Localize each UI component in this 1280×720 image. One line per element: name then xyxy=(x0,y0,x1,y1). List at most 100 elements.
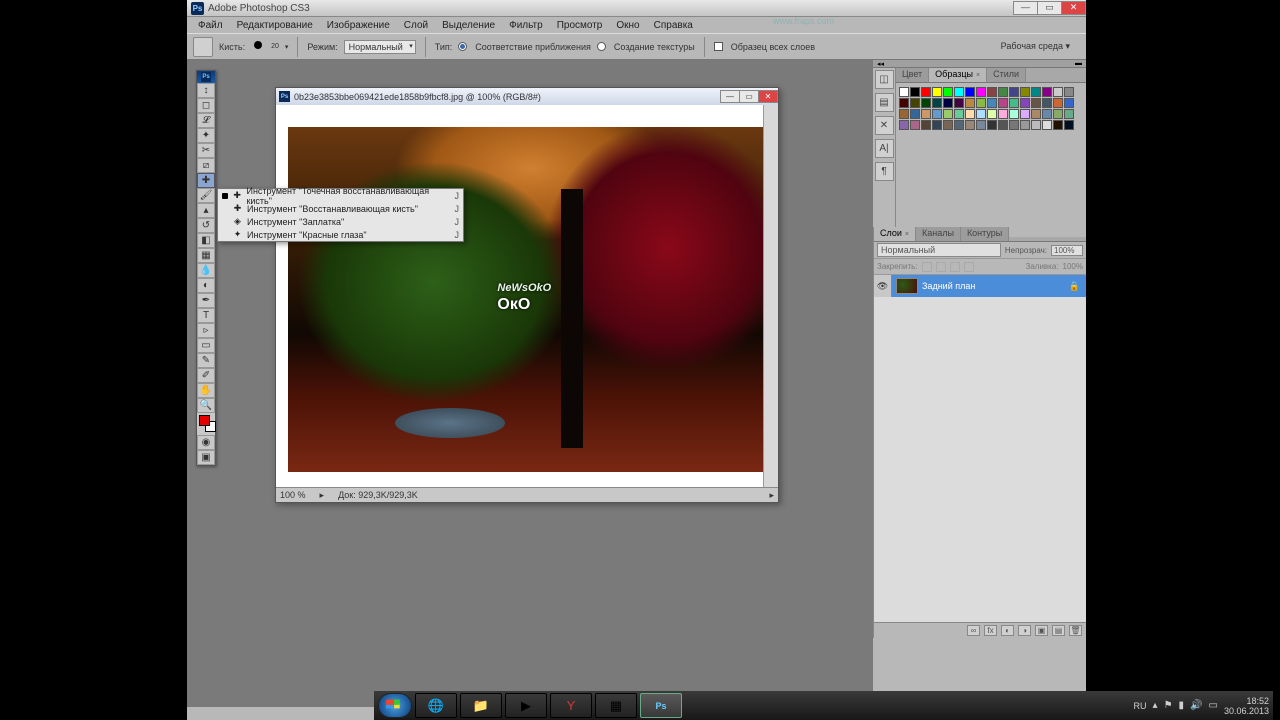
swatches-grid[interactable] xyxy=(896,83,1086,134)
blur-tool[interactable]: 💧 xyxy=(197,263,215,278)
link-layers-icon[interactable]: ∞ xyxy=(967,625,980,636)
swatch[interactable] xyxy=(954,98,964,108)
swatch[interactable] xyxy=(1020,120,1030,130)
layer-thumbnail[interactable] xyxy=(896,278,918,294)
dock-paragraph-icon[interactable]: ¶ xyxy=(875,162,894,181)
collapse-icon[interactable]: ◂◂ xyxy=(877,60,884,67)
canvas[interactable]: NeWsOkO ОкО xyxy=(276,105,763,487)
taskbar-explorer[interactable]: 📁 xyxy=(460,693,502,718)
vertical-scrollbar[interactable] xyxy=(763,105,778,487)
swatch[interactable] xyxy=(1020,109,1030,119)
swatch[interactable] xyxy=(921,120,931,130)
eyedropper-tool[interactable]: ✐ xyxy=(197,368,215,383)
swatch[interactable] xyxy=(921,87,931,97)
swatch[interactable] xyxy=(1042,109,1052,119)
tray-language[interactable]: RU xyxy=(1134,701,1147,711)
taskbar-ie[interactable]: 🌐 xyxy=(415,693,457,718)
tab-channels[interactable]: Каналы xyxy=(916,227,961,241)
layer-mask-icon[interactable]: ◐ xyxy=(1001,625,1014,636)
quickmask-tool[interactable]: ◉ xyxy=(197,435,215,450)
history-brush-tool[interactable]: ↺ xyxy=(197,218,215,233)
layer-fx-icon[interactable]: fx xyxy=(984,625,997,636)
tray-network-icon[interactable]: ▮ xyxy=(1179,700,1185,711)
doc-close-button[interactable]: ✕ xyxy=(758,90,778,103)
swatch[interactable] xyxy=(998,87,1008,97)
swatch[interactable] xyxy=(976,109,986,119)
menu-window[interactable]: Окно xyxy=(609,20,646,31)
menu-help[interactable]: Справка xyxy=(647,20,700,31)
shape-tool[interactable]: ▭ xyxy=(197,338,215,353)
color-picker[interactable] xyxy=(197,413,215,435)
swatch[interactable] xyxy=(1009,109,1019,119)
swatch[interactable] xyxy=(932,87,942,97)
swatch[interactable] xyxy=(954,87,964,97)
notes-tool[interactable]: ✎ xyxy=(197,353,215,368)
radio-texture[interactable] xyxy=(597,42,606,51)
workspace-dropdown[interactable]: Рабочая среда xyxy=(1001,41,1070,52)
menu-image[interactable]: Изображение xyxy=(320,20,397,31)
swatch[interactable] xyxy=(899,87,909,97)
marquee-tool[interactable]: ◻ xyxy=(197,98,215,113)
gradient-tool[interactable]: ▦ xyxy=(197,248,215,263)
flyout-patch[interactable]: ◈Инструмент "Заплатка"J xyxy=(218,215,463,228)
stamp-tool[interactable]: ▴ xyxy=(197,203,215,218)
layer-list[interactable]: 👁 Задний план 🔒 xyxy=(874,275,1086,622)
swatch[interactable] xyxy=(932,120,942,130)
swatch[interactable] xyxy=(1042,87,1052,97)
brush-tool[interactable]: 🖌 xyxy=(197,188,215,203)
checkbox-all-layers[interactable] xyxy=(714,42,723,51)
swatch[interactable] xyxy=(965,109,975,119)
flyout-spot-healing[interactable]: ✚Инструмент "Точечная восстанавливающая … xyxy=(218,189,463,202)
tab-color[interactable]: Цвет xyxy=(896,68,929,82)
swatch[interactable] xyxy=(965,87,975,97)
swatch[interactable] xyxy=(1031,120,1041,130)
dock-navigator-icon[interactable]: ◫ xyxy=(875,70,894,89)
swatch[interactable] xyxy=(987,87,997,97)
tab-swatches[interactable]: Образцы× xyxy=(929,68,987,82)
new-group-icon[interactable]: ▣ xyxy=(1035,625,1048,636)
blend-mode-dropdown[interactable]: Нормальный xyxy=(877,243,1001,257)
swatch[interactable] xyxy=(987,109,997,119)
taskbar-app[interactable]: ▦ xyxy=(595,693,637,718)
swatch[interactable] xyxy=(1031,109,1041,119)
swatch[interactable] xyxy=(1031,87,1041,97)
swatch[interactable] xyxy=(1042,98,1052,108)
pen-tool[interactable]: ✒ xyxy=(197,293,215,308)
lock-transparency-icon[interactable] xyxy=(922,262,932,272)
swatch[interactable] xyxy=(943,98,953,108)
tray-up-icon[interactable]: ▴ xyxy=(1153,700,1158,711)
layer-name[interactable]: Задний план xyxy=(922,281,975,291)
swatch[interactable] xyxy=(976,120,986,130)
swatch[interactable] xyxy=(943,87,953,97)
hand-tool[interactable]: ✋ xyxy=(197,383,215,398)
menu-edit[interactable]: Редактирование xyxy=(230,20,320,31)
swatch[interactable] xyxy=(954,109,964,119)
type-tool[interactable]: T xyxy=(197,308,215,323)
menu-filter[interactable]: Фильтр xyxy=(502,20,550,31)
brush-dropdown-icon[interactable]: ▾ xyxy=(285,43,289,51)
swatch[interactable] xyxy=(976,87,986,97)
swatch[interactable] xyxy=(1053,120,1063,130)
wand-tool[interactable]: ✦ xyxy=(197,128,215,143)
swatch[interactable] xyxy=(1064,98,1074,108)
swatch[interactable] xyxy=(998,98,1008,108)
dock-character-icon[interactable]: A| xyxy=(875,139,894,158)
move-tool[interactable]: ↕ xyxy=(197,83,215,98)
swatch[interactable] xyxy=(943,120,953,130)
zoom-tool[interactable]: 🔍 xyxy=(197,398,215,413)
panel-strip[interactable]: ◂◂▬ xyxy=(873,60,1086,68)
flyout-redeye[interactable]: ✦Инструмент "Красные глаза"J xyxy=(218,228,463,241)
maximize-button[interactable]: ▭ xyxy=(1037,1,1062,15)
dock-info-icon[interactable]: ✕ xyxy=(875,116,894,135)
path-tool[interactable]: ▹ xyxy=(197,323,215,338)
swatch[interactable] xyxy=(1009,120,1019,130)
layer-row[interactable]: 👁 Задний план 🔒 xyxy=(874,275,1086,297)
tab-styles[interactable]: Стили xyxy=(987,68,1026,82)
swatch[interactable] xyxy=(899,109,909,119)
slice-tool[interactable]: ⧄ xyxy=(197,158,215,173)
tab-paths[interactable]: Контуры xyxy=(961,227,1009,241)
swatch[interactable] xyxy=(1053,98,1063,108)
scroll-arrow-icon[interactable]: ▸ xyxy=(769,490,774,501)
swatch[interactable] xyxy=(910,109,920,119)
doc-maximize-button[interactable]: ▭ xyxy=(739,90,759,103)
